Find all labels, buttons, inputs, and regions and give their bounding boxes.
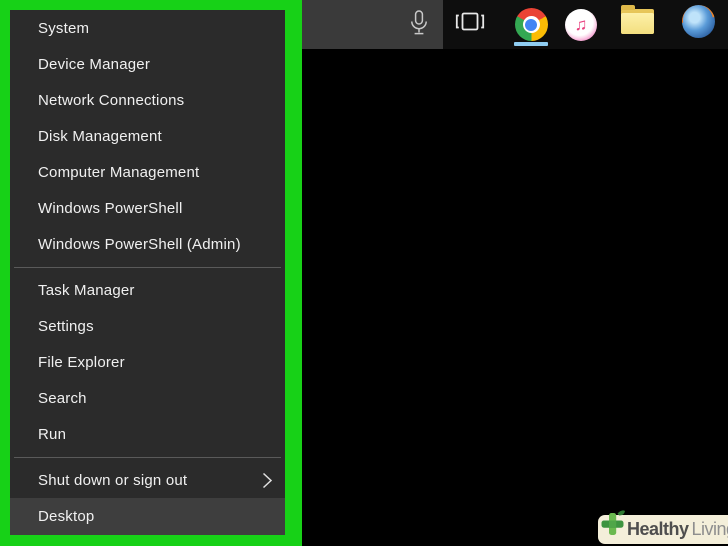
watermark-brand-light: Living — [691, 519, 728, 539]
search-input[interactable] — [296, 0, 443, 49]
microphone-icon[interactable] — [409, 10, 429, 42]
menu-item-disk-management[interactable]: Disk Management — [10, 118, 285, 154]
menu-separator — [10, 452, 285, 462]
menu-item-network-connections[interactable]: Network Connections — [10, 82, 285, 118]
task-view-button[interactable] — [453, 0, 487, 49]
menu-item-label: Run — [38, 425, 67, 443]
chevron-right-icon — [262, 472, 273, 489]
menu-item-label: Task Manager — [38, 281, 135, 299]
menu-item-settings[interactable]: Settings — [10, 308, 285, 344]
menu-item-label: Shut down or sign out — [38, 471, 188, 489]
folder-icon — [620, 5, 654, 34]
firefox-icon — [681, 5, 715, 38]
menu-item-windows-powershell-admin[interactable]: Windows PowerShell (Admin) — [10, 226, 285, 262]
menu-item-search[interactable]: Search — [10, 380, 285, 416]
menu-item-label: Windows PowerShell — [38, 199, 183, 217]
menu-item-desktop[interactable]: Desktop — [10, 498, 285, 535]
menu-item-task-manager[interactable]: Task Manager — [10, 272, 285, 308]
menu-item-shut-down-or-sign-out[interactable]: Shut down or sign out — [10, 462, 285, 498]
desktop-screen: ♫ Healthy Living System Devi — [0, 0, 728, 546]
menu-item-label: Settings — [38, 317, 94, 335]
menu-item-label: System — [38, 19, 90, 37]
healthy-living-watermark: Healthy Living — [598, 510, 728, 544]
active-app-indicator — [514, 42, 548, 46]
chrome-icon — [514, 8, 548, 41]
health-cross-leaf-icon — [599, 508, 626, 543]
menu-item-label: File Explorer — [38, 353, 125, 371]
itunes-taskbar-button[interactable]: ♫ — [563, 0, 599, 49]
menu-item-label: Device Manager — [38, 55, 151, 73]
menu-item-label: Disk Management — [38, 127, 162, 145]
file-explorer-taskbar-button[interactable] — [619, 0, 655, 49]
menu-item-label: Windows PowerShell (Admin) — [38, 235, 241, 253]
menu-item-system[interactable]: System — [10, 10, 285, 46]
menu-item-label: Computer Management — [38, 163, 200, 181]
winx-power-user-menu: System Device Manager Network Connection… — [10, 10, 285, 535]
menu-item-windows-powershell[interactable]: Windows PowerShell — [10, 190, 285, 226]
task-view-icon — [454, 10, 486, 39]
watermark-brand-bold: Healthy — [627, 519, 689, 539]
menu-item-device-manager[interactable]: Device Manager — [10, 46, 285, 82]
menu-item-label: Desktop — [38, 508, 95, 525]
menu-item-file-explorer[interactable]: File Explorer — [10, 344, 285, 380]
menu-item-run[interactable]: Run — [10, 416, 285, 452]
itunes-icon: ♫ — [565, 8, 597, 41]
menu-item-label: Network Connections — [38, 91, 185, 109]
menu-separator — [10, 262, 285, 272]
menu-item-computer-management[interactable]: Computer Management — [10, 154, 285, 190]
menu-item-label: Search — [38, 389, 87, 407]
firefox-taskbar-button[interactable] — [679, 0, 717, 49]
annotation-highlight-box: System Device Manager Network Connection… — [0, 0, 302, 546]
